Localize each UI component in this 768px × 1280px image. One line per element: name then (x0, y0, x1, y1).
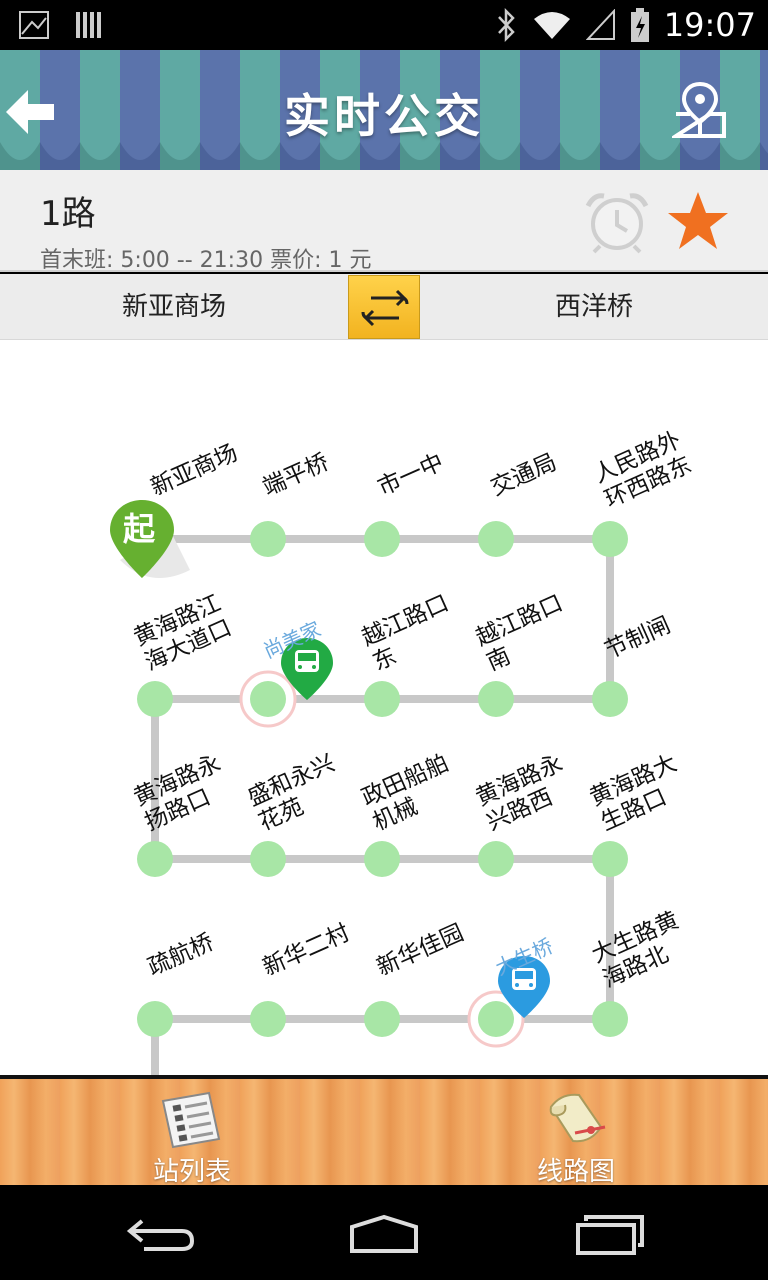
stop-node[interactable] (364, 521, 400, 557)
start-marker-label: 起 (123, 510, 156, 548)
stop-node[interactable] (137, 1001, 173, 1037)
stop-node[interactable] (364, 1001, 400, 1037)
route-info: 1路 首末班: 5:00 -- 21:30 票价: 1 元 (0, 170, 768, 273)
stop-node[interactable] (137, 841, 173, 877)
alarm-clock-icon[interactable] (584, 190, 650, 254)
wifi-icon (533, 12, 570, 39)
stop-node[interactable] (592, 1001, 628, 1037)
direction-bar: 新亚商场 西洋桥 (0, 274, 768, 340)
stop-node[interactable] (364, 841, 400, 877)
signal-bars-icon (76, 12, 101, 38)
stop-node[interactable] (250, 521, 286, 557)
route-map: 起 新亚商场 端平桥 市一中 交通局 人民路外 环西路东 黄海路江 海大道口 尚… (0, 340, 768, 1075)
stop-node[interactable] (592, 681, 628, 717)
tab-label: 线路图 (536, 1157, 615, 1187)
list-icon (161, 1091, 221, 1149)
origin-stop: 新亚商场 (121, 292, 226, 322)
stop-node[interactable] (250, 681, 286, 717)
stop-node[interactable] (478, 1001, 514, 1037)
stop-node[interactable] (478, 681, 514, 717)
battery-icon (630, 8, 649, 42)
bluetooth-icon (497, 8, 515, 42)
gallery-icon (19, 11, 49, 39)
scroll-map-icon (549, 1093, 606, 1143)
swap-direction-button[interactable] (348, 275, 420, 339)
tab-label: 站列表 (152, 1157, 231, 1187)
bottom-tab-bar: 站列表 线路图 (0, 1075, 768, 1187)
stop-node[interactable] (364, 681, 400, 717)
stop-node[interactable] (250, 1001, 286, 1037)
app-header: 实时公交 (0, 50, 768, 170)
page-title: 实时公交 (284, 89, 484, 143)
signal-strength-icon (585, 9, 615, 40)
tab-station-list[interactable]: 站列表 (0, 1079, 384, 1187)
awning-scallop (0, 142, 768, 170)
status-bar: 19:07 (0, 0, 768, 50)
destination-stop: 西洋桥 (554, 292, 633, 322)
recents-nav-icon[interactable] (574, 1213, 646, 1255)
stop-node[interactable] (137, 681, 173, 717)
favorite-star-icon[interactable] (666, 190, 730, 252)
stop-node[interactable] (592, 521, 628, 557)
back-nav-icon[interactable] (124, 1213, 196, 1255)
map-pin-icon[interactable] (672, 80, 728, 140)
tab-route-map[interactable]: 线路图 (384, 1079, 768, 1187)
stop-node[interactable] (592, 841, 628, 877)
stop-node[interactable] (478, 521, 514, 557)
system-nav-bar (0, 1185, 768, 1280)
route-schedule: 首末班: 5:00 -- 21:30 票价: 1 元 (40, 248, 372, 273)
stop-node[interactable] (250, 841, 286, 877)
route-name: 1路 (40, 194, 96, 234)
stop-node[interactable] (478, 841, 514, 877)
home-nav-icon[interactable] (348, 1213, 420, 1255)
swap-icon (361, 289, 409, 327)
clock: 19:07 (663, 6, 756, 44)
